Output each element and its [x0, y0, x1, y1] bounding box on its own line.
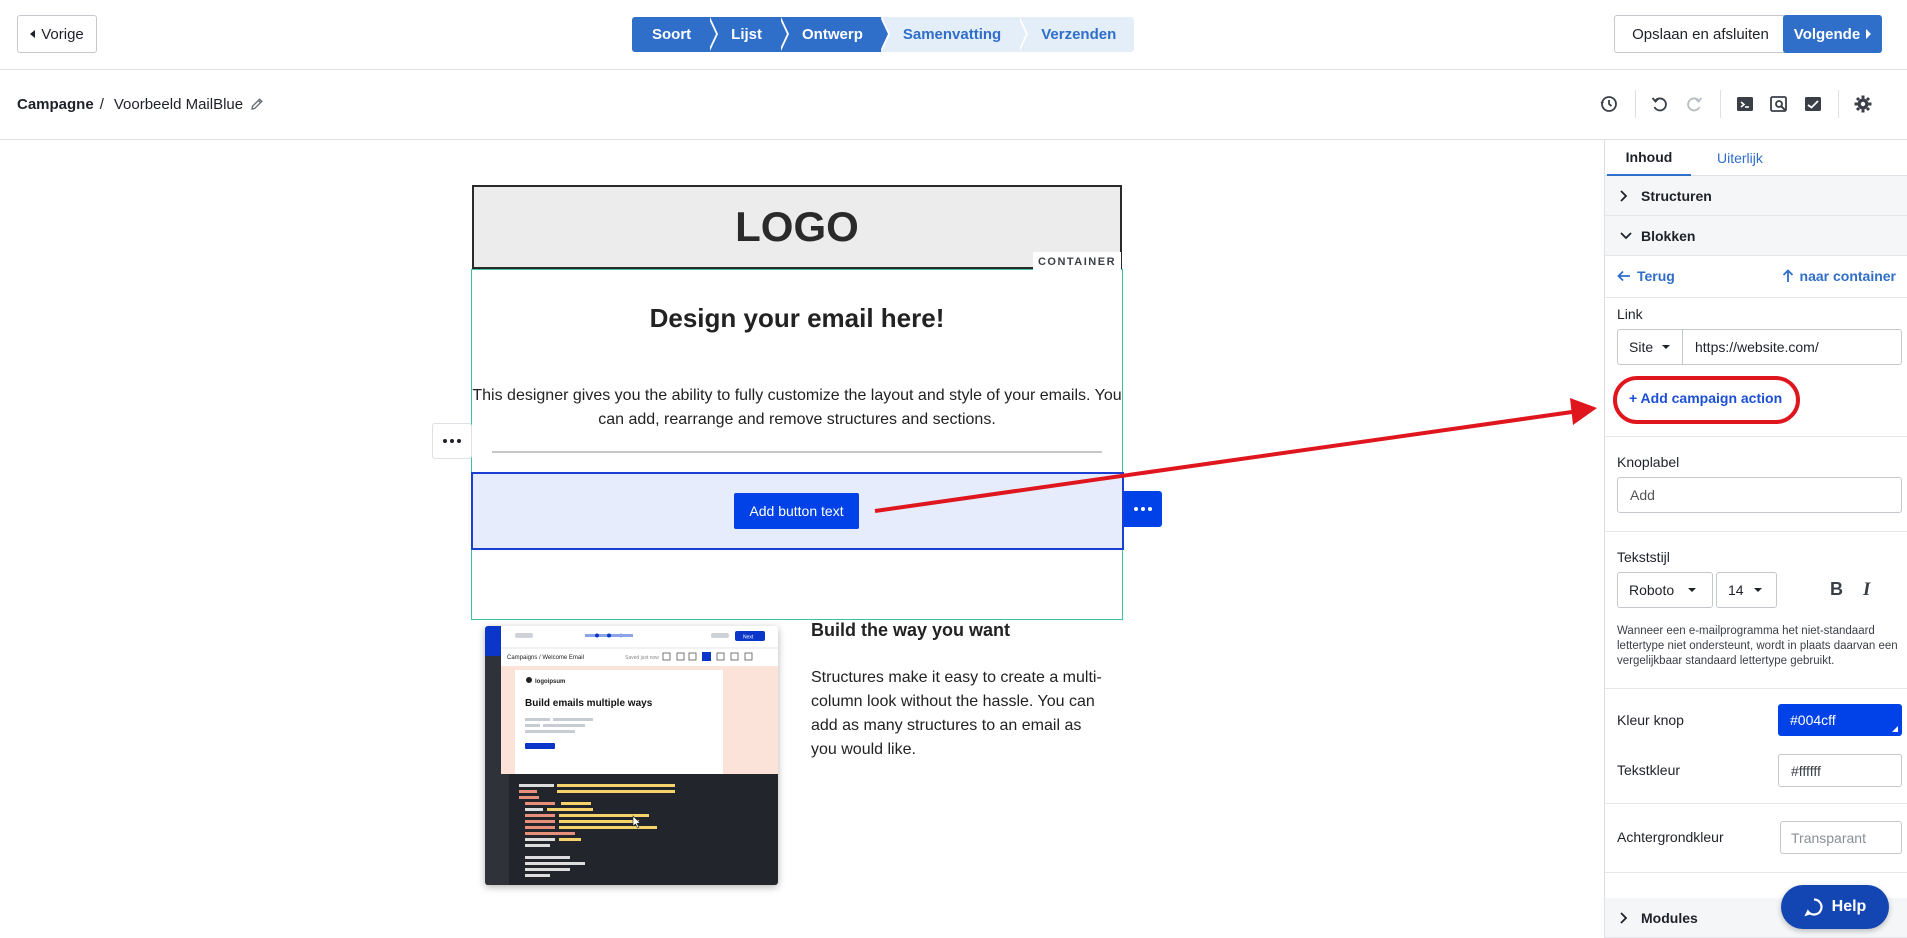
preview-saved-text: Saved just now — [625, 655, 659, 661]
tab-uiterlijk[interactable]: Uiterlijk — [1697, 140, 1783, 176]
previous-button[interactable]: Vorige — [17, 15, 97, 53]
font-size-value: 14 — [1728, 582, 1744, 598]
campaign-name: Voorbeeld MailBlue — [113, 96, 244, 113]
step-label: Verzenden — [1041, 26, 1117, 43]
section-blocks[interactable]: Blokken — [1605, 216, 1907, 256]
chevron-down-icon — [1620, 232, 1632, 240]
link-type-value: Site — [1629, 339, 1654, 355]
step-lijst[interactable]: Lijst — [709, 17, 790, 52]
annotation-highlight-circle — [1613, 376, 1800, 424]
button-color-value: #004cff — [1790, 712, 1836, 728]
step-label: Lijst — [731, 26, 763, 43]
font-family-select[interactable]: Roboto — [1617, 572, 1713, 608]
caret-left-icon — [30, 30, 36, 38]
help-button[interactable]: Help — [1781, 885, 1889, 929]
step-samenvatting[interactable]: Samenvatting — [880, 17, 1029, 52]
caret-down-icon — [1753, 588, 1762, 592]
email-cta-button[interactable]: Add button text — [734, 493, 859, 529]
button-color-input[interactable]: #004cff — [1778, 704, 1902, 736]
properties-panel: Inhoud Uiterlijk Structuren Blokken Teru… — [1604, 140, 1907, 938]
email-heading[interactable]: Design your email here! — [472, 303, 1122, 334]
link-type-select[interactable]: Site — [1617, 329, 1683, 365]
redo-icon[interactable] — [1684, 94, 1704, 114]
chevron-right-icon — [1620, 190, 1628, 202]
history-icon[interactable] — [1599, 94, 1619, 114]
arrow-up-icon — [1782, 269, 1793, 282]
undo-icon[interactable] — [1650, 94, 1670, 114]
help-button-label: Help — [1831, 898, 1867, 915]
section-structures[interactable]: Structuren — [1605, 176, 1907, 216]
preview-next-text: Next — [743, 635, 754, 641]
email-divider[interactable] — [492, 451, 1102, 453]
step-label: Samenvatting — [902, 26, 1002, 43]
previous-button-label: Vorige — [41, 25, 84, 43]
back-link[interactable]: Terug — [1617, 268, 1675, 284]
tab-inhoud[interactable]: Inhoud — [1607, 140, 1691, 176]
italic-icon[interactable]: I — [1863, 579, 1870, 601]
container-tag: CONTAINER — [1033, 252, 1121, 272]
link-url-input[interactable] — [1682, 329, 1902, 365]
settings-gear-icon[interactable] — [1853, 94, 1873, 114]
background-color-label: Achtergrondkleur — [1617, 829, 1724, 845]
button-label-input[interactable] — [1617, 477, 1902, 513]
editor-toolbar: Campagne / Voorbeeld MailBlue — [0, 70, 1907, 140]
caret-down-icon — [1688, 588, 1697, 592]
to-container-link[interactable]: naar container — [1782, 268, 1896, 284]
section-modules-label: Modules — [1641, 909, 1698, 926]
preview-breadcrumb-text: Campaigns / Welcome Email — [507, 655, 584, 661]
block-navigation: Terug naar container — [1605, 256, 1907, 298]
step-soort[interactable]: Soort — [632, 17, 719, 52]
campaign-stepper: Soort Lijst Ontwerp Samenvatting Verzend… — [632, 17, 1135, 52]
email-intro-text[interactable]: This designer gives you the ability to f… — [470, 384, 1124, 432]
section-blocks-label: Blokken — [1641, 227, 1696, 244]
font-family-value: Roboto — [1629, 582, 1675, 598]
logo-block[interactable]: LOGO — [472, 185, 1122, 269]
top-bar: Vorige Soort Lijst Ontwerp Samenvatting … — [0, 0, 1907, 70]
text-style-label: Tekststijl — [1617, 549, 1670, 565]
font-fallback-note: Wanneer een e-mailprogramma het niet-sta… — [1617, 625, 1898, 667]
next-button[interactable]: Volgende — [1783, 15, 1882, 53]
breadcrumb-root[interactable]: Campagne — [17, 96, 94, 113]
code-editor-icon[interactable] — [1735, 94, 1755, 114]
preview-title-text: Build emails multiple ways — [525, 698, 653, 709]
button-color-label: Kleur knop — [1617, 712, 1684, 728]
builder-preview-illustration: Next Campaigns / Welcome Email Saved jus… — [485, 626, 778, 885]
link-label: Link — [1617, 306, 1643, 322]
preview-logo-text: logoipsum — [535, 679, 565, 685]
chevron-right-icon — [1620, 912, 1628, 924]
save-and-close-button[interactable]: Opslaan en afsluiten — [1614, 15, 1787, 53]
button-label-label: Knoplabel — [1617, 454, 1680, 470]
structure-more-options-button[interactable] — [432, 423, 472, 459]
block-more-options-button[interactable] — [1124, 491, 1162, 527]
build-section-text[interactable]: Structures make it easy to create a mult… — [811, 666, 1111, 762]
text-color-label: Tekstkleur — [1617, 762, 1681, 778]
builder-preview-image: Next Campaigns / Welcome Email Saved jus… — [485, 626, 778, 885]
caret-right-icon — [1866, 29, 1872, 39]
breadcrumb-separator: / — [99, 96, 104, 113]
next-button-label: Volgende — [1793, 25, 1861, 43]
section-structures-label: Structuren — [1641, 187, 1712, 204]
font-size-select[interactable]: 14 — [1716, 572, 1777, 608]
caret-down-icon — [1662, 345, 1671, 349]
to-container-label: naar container — [1799, 268, 1896, 284]
background-color-input[interactable]: Transparant — [1780, 821, 1902, 854]
test-email-icon[interactable] — [1803, 94, 1823, 114]
step-label: Soort — [652, 26, 692, 43]
arrow-left-icon — [1617, 270, 1630, 282]
panel-tabs: Inhoud Uiterlijk — [1605, 140, 1907, 176]
build-section-title[interactable]: Build the way you want — [811, 620, 1010, 641]
preview-icon[interactable] — [1769, 94, 1789, 114]
step-verzenden[interactable]: Verzenden — [1019, 17, 1135, 52]
breadcrumb: Campagne / Voorbeeld MailBlue — [17, 96, 243, 113]
step-ontwerp[interactable]: Ontwerp — [780, 17, 890, 52]
text-color-input[interactable]: #ffffff — [1778, 754, 1902, 787]
bold-icon[interactable]: B — [1830, 579, 1843, 600]
edit-name-pencil-icon[interactable] — [250, 97, 264, 111]
chat-bubble-icon — [1803, 898, 1823, 917]
back-link-label: Terug — [1637, 268, 1675, 284]
step-label: Ontwerp — [802, 26, 863, 43]
